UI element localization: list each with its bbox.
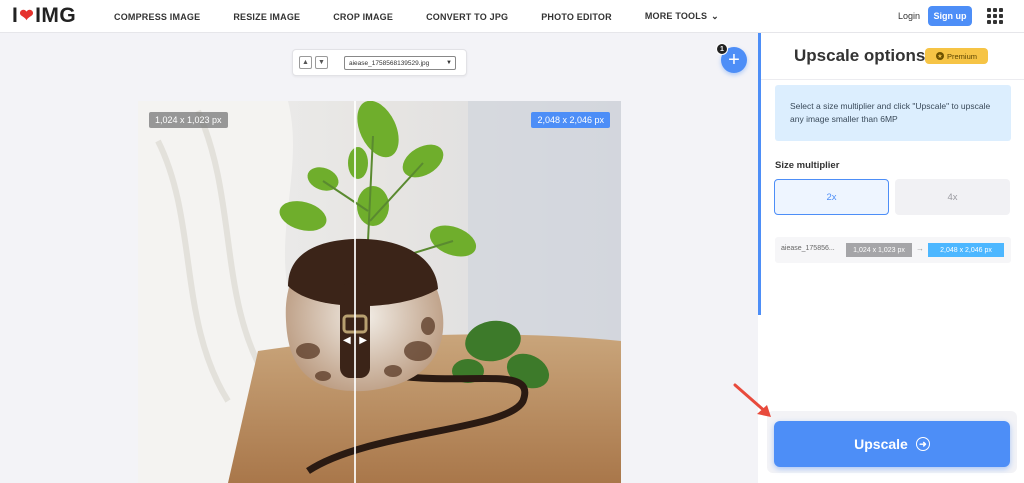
chevron-down-icon: ⌄ (711, 11, 719, 21)
premium-badge: ★ Premium (925, 48, 988, 64)
nav-crop-image[interactable]: CROP IMAGE (333, 12, 393, 22)
nav-more-tools[interactable]: MORE TOOLS ⌄ (645, 11, 719, 22)
preview-image (138, 101, 621, 483)
annotation-arrow-icon (733, 383, 771, 417)
logo-text-right: IMG (35, 4, 77, 27)
file-select-dropdown[interactable]: aiease_1758568139529.jpg ▼ (344, 56, 456, 70)
move-up-button[interactable]: ▲ (299, 56, 312, 69)
upscale-button-label: Upscale (854, 436, 908, 452)
dropdown-arrow-icon: ▼ (446, 60, 452, 66)
plus-icon: + (728, 48, 740, 71)
apps-grid-icon[interactable] (987, 8, 1003, 24)
logo-text-left: I (12, 4, 19, 27)
arrow-left-icon: ◀ (343, 334, 351, 346)
panel-divider (758, 79, 1024, 80)
nav-more-tools-label: MORE TOOLS (644, 11, 708, 21)
file-row-upscaled-size: 2,048 x 2,046 px (928, 243, 1004, 257)
heart-icon: ❤ (19, 6, 35, 25)
arrow-right-icon: ▶ (359, 334, 367, 346)
file-row-original-size: 1,024 x 1,023 px (846, 243, 912, 257)
arrow-right-icon: → (916, 244, 924, 253)
main-nav: COMPRESS IMAGE RESIZE IMAGE CROP IMAGE C… (114, 0, 752, 33)
move-down-button[interactable]: ▼ (315, 56, 328, 69)
ilovepdf-logo[interactable]: I ❤ IMG (12, 4, 77, 27)
size-multiplier-label: Size multiplier (775, 160, 840, 171)
upscaled-size-label: 2,048 x 2,046 px (531, 112, 610, 128)
panel-title: Upscale options (794, 46, 926, 65)
upscale-button[interactable]: Upscale ➜ (774, 421, 1010, 467)
compare-divider[interactable] (354, 101, 356, 483)
original-size-label: 1,024 x 1,023 px (149, 112, 228, 128)
panel-scroll-indicator (758, 33, 761, 315)
chevron-down-icon: ▼ (318, 59, 325, 66)
file-toolbar: ▲ ▼ aiease_1758568139529.jpg ▼ (292, 49, 467, 76)
file-row-name: aiease_175856... (781, 245, 835, 252)
top-navbar: I ❤ IMG COMPRESS IMAGE RESIZE IMAGE CROP… (0, 0, 1024, 33)
file-count-badge: 1 (716, 43, 728, 55)
compare-handle[interactable]: ◀ ▶ (343, 333, 367, 347)
image-compare-preview[interactable]: 1,024 x 1,023 px 2,048 x 2,046 px ◀ ▶ (138, 101, 621, 483)
info-box: Select a size multiplier and click "Upsc… (775, 85, 1011, 141)
chevron-up-icon: ▲ (302, 59, 309, 66)
nav-compress-image[interactable]: COMPRESS IMAGE (114, 12, 200, 22)
signup-button[interactable]: Sign up (928, 6, 972, 26)
file-size-row: aiease_175856... 1,024 x 1,023 px → 2,04… (775, 237, 1011, 263)
multiplier-4x-option[interactable]: 4x (895, 179, 1010, 215)
file-select-value: aiease_1758568139529.jpg (349, 59, 430, 67)
login-link[interactable]: Login (898, 11, 920, 21)
premium-coin-icon: ★ (935, 52, 944, 60)
nav-convert-to-jpg[interactable]: CONVERT TO JPG (426, 12, 508, 22)
arrow-circle-right-icon: ➜ (915, 437, 930, 451)
nav-photo-editor[interactable]: PHOTO EDITOR (541, 12, 612, 22)
multiplier-2x-option[interactable]: 2x (774, 179, 889, 215)
upscale-options-panel: Upscale options ★ Premium Select a size … (758, 33, 1024, 483)
nav-resize-image[interactable]: RESIZE IMAGE (233, 12, 300, 22)
premium-badge-label: Premium (946, 51, 977, 61)
